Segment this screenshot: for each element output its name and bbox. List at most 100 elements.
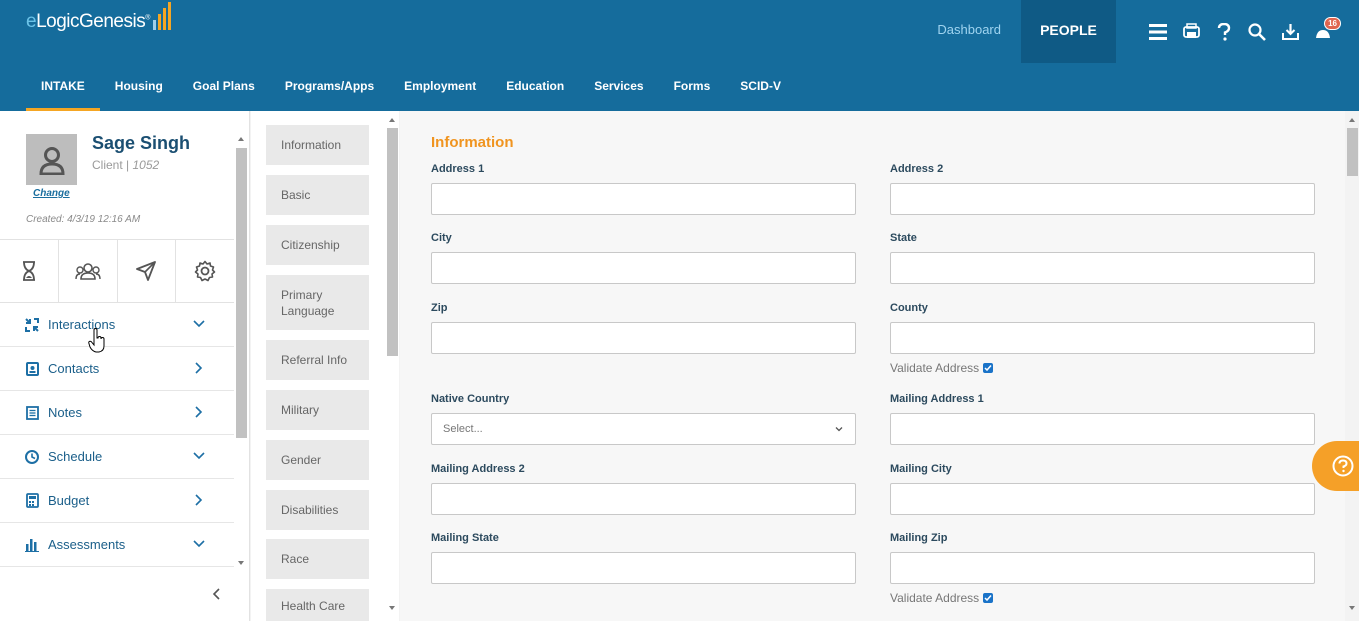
change-photo-link[interactable]: Change <box>33 188 70 199</box>
section-gender[interactable]: Gender <box>266 440 369 480</box>
assessments-icon <box>24 537 40 553</box>
mailing-zip-input[interactable] <box>890 552 1315 584</box>
team-button[interactable] <box>59 240 118 302</box>
tab-housing[interactable]: Housing <box>100 63 178 111</box>
notifications-icon[interactable]: 16 <box>1313 16 1341 42</box>
tab-services[interactable]: Services <box>579 63 658 111</box>
menu-label: Notes <box>48 405 82 420</box>
address2-input[interactable] <box>890 183 1315 215</box>
tab-scid-v[interactable]: SCID-V <box>725 63 796 111</box>
county-input[interactable] <box>890 322 1315 354</box>
download-tray-icon[interactable] <box>1280 22 1300 42</box>
city-label: City <box>431 232 452 244</box>
menu-item-schedule[interactable]: Schedule <box>0 435 234 479</box>
county-label: County <box>890 302 928 314</box>
section-information[interactable]: Information <box>266 125 369 165</box>
notes-icon <box>24 405 40 421</box>
mailing-state-input[interactable] <box>431 552 856 584</box>
app-logo[interactable]: eLogicGenesis® <box>26 0 171 40</box>
menu-item-contacts[interactable]: Contacts <box>0 347 234 391</box>
interactions-icon <box>24 317 40 333</box>
question-circle-icon <box>1332 455 1354 477</box>
section-basic[interactable]: Basic <box>266 175 369 215</box>
chevron-right-icon <box>192 493 206 507</box>
menu-label: Budget <box>48 493 90 508</box>
help-icon[interactable] <box>1214 22 1234 42</box>
zip-input[interactable] <box>431 322 856 354</box>
menu-icon[interactable] <box>1148 22 1168 42</box>
sections-scrollbar[interactable] <box>385 115 399 615</box>
budget-icon <box>24 493 40 509</box>
timer-button[interactable] <box>0 240 59 302</box>
dashboard-link[interactable]: Dashboard <box>917 0 1021 63</box>
client-profile: Change Sage Singh Client | 1052 Created:… <box>0 111 234 239</box>
chevron-left-icon <box>212 588 220 600</box>
menu-label: Assessments <box>48 537 126 552</box>
city-input[interactable] <box>431 252 856 284</box>
send-icon <box>136 261 157 281</box>
menu-label: Schedule <box>48 449 103 464</box>
menu-item-notes[interactable]: Notes <box>0 391 234 435</box>
information-form: Information Address 1 Address 2 City Sta… <box>400 111 1358 621</box>
address2-label: Address 2 <box>890 163 944 175</box>
form-scrollbar[interactable] <box>1345 115 1359 615</box>
scroll-up-icon[interactable] <box>1345 115 1359 125</box>
validate-address-1[interactable]: Validate Address <box>890 361 994 375</box>
mailing-address2-input[interactable] <box>431 483 856 515</box>
print-icon[interactable] <box>1181 22 1201 42</box>
settings-button[interactable] <box>176 240 234 302</box>
group-icon <box>74 263 101 280</box>
mailing-city-input[interactable] <box>890 483 1315 515</box>
menu-item-assessments[interactable]: Assessments <box>0 523 234 567</box>
tab-goal-plans[interactable]: Goal Plans <box>178 63 270 111</box>
mailing-zip-label: Mailing Zip <box>890 532 948 544</box>
avatar <box>26 134 77 185</box>
scroll-up-icon[interactable] <box>385 115 399 125</box>
chevron-down-icon <box>192 317 206 331</box>
search-icon[interactable] <box>1247 22 1267 42</box>
contacts-icon <box>24 361 40 377</box>
send-button[interactable] <box>118 240 177 302</box>
tab-employment[interactable]: Employment <box>389 63 491 111</box>
address1-input[interactable] <box>431 183 856 215</box>
section-disabilities[interactable]: Disabilities <box>266 490 369 530</box>
top-nav: Dashboard PEOPLE 16 <box>917 0 1359 63</box>
sidebar-scrollbar[interactable] <box>234 134 248 568</box>
scroll-down-icon[interactable] <box>385 603 399 613</box>
collapse-sidebar-button[interactable] <box>208 586 224 602</box>
section-primary-language[interactable]: Primary Language <box>266 275 369 330</box>
chevron-down-icon <box>192 449 206 463</box>
scroll-down-icon[interactable] <box>234 558 248 568</box>
form-title: Information <box>431 134 514 151</box>
menu-label: Contacts <box>48 361 100 376</box>
section-health-care[interactable]: Health Care <box>266 589 369 621</box>
created-date: Created: 4/3/19 12:16 AM <box>26 214 141 225</box>
mailing-address1-input[interactable] <box>890 413 1315 445</box>
validate-address-checkbox[interactable] <box>983 363 994 373</box>
form-section-nav: Information Basic Citizenship Primary La… <box>251 111 399 621</box>
tab-intake[interactable]: INTAKE <box>26 63 100 111</box>
section-citizenship[interactable]: Citizenship <box>266 225 369 265</box>
tab-forms[interactable]: Forms <box>659 63 726 111</box>
section-military[interactable]: Military <box>266 390 369 430</box>
section-race[interactable]: Race <box>266 539 369 579</box>
menu-item-interactions[interactable]: Interactions <box>0 303 234 347</box>
menu-item-budget[interactable]: Budget <box>0 479 234 523</box>
tab-education[interactable]: Education <box>491 63 579 111</box>
client-menu: Interactions Contacts Notes Schedule Bud… <box>0 303 234 567</box>
zip-label: Zip <box>431 302 448 314</box>
client-actions <box>0 239 234 303</box>
module-tabs: INTAKE Housing Goal Plans Programs/Apps … <box>0 63 1359 111</box>
native-country-select[interactable]: Select... <box>431 413 856 445</box>
hourglass-icon <box>22 261 35 281</box>
validate-address-checkbox[interactable] <box>983 593 994 603</box>
tab-programs-apps[interactable]: Programs/Apps <box>270 63 389 111</box>
scroll-up-icon[interactable] <box>234 134 248 144</box>
chevron-right-icon <box>192 361 206 375</box>
help-widget-button[interactable] <box>1312 441 1359 491</box>
validate-address-2[interactable]: Validate Address <box>890 591 994 605</box>
scroll-down-icon[interactable] <box>1345 603 1359 613</box>
section-referral-info[interactable]: Referral Info <box>266 340 369 380</box>
state-input[interactable] <box>890 252 1315 284</box>
people-link[interactable]: PEOPLE <box>1021 0 1116 63</box>
